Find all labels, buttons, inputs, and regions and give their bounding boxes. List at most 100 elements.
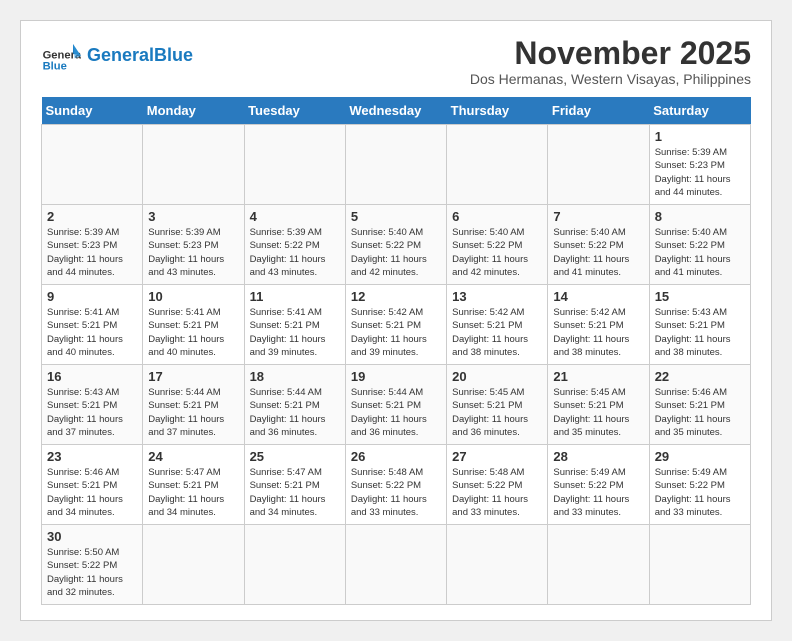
calendar-cell: [345, 525, 446, 605]
day-info: Sunrise: 5:42 AMSunset: 5:21 PMDaylight:…: [553, 306, 643, 359]
svg-text:Blue: Blue: [43, 61, 67, 73]
calendar-cell: 9 Sunrise: 5:41 AMSunset: 5:21 PMDaylight…: [42, 285, 143, 365]
day-info: Sunrise: 5:49 AMSunset: 5:22 PMDaylight:…: [553, 466, 643, 519]
header-tuesday: Tuesday: [244, 97, 345, 125]
calendar-week-4: 16 Sunrise: 5:43 AMSunset: 5:21 PMDayligh…: [42, 365, 751, 445]
day-info: Sunrise: 5:49 AMSunset: 5:22 PMDaylight:…: [655, 466, 745, 519]
logo-icon: General Blue: [41, 36, 81, 76]
calendar-week-2: 2 Sunrise: 5:39 AMSunset: 5:23 PMDaylight…: [42, 205, 751, 285]
calendar-cell: [143, 525, 244, 605]
day-number: 2: [47, 209, 137, 224]
day-info: Sunrise: 5:44 AMSunset: 5:21 PMDaylight:…: [351, 386, 441, 439]
day-info: Sunrise: 5:42 AMSunset: 5:21 PMDaylight:…: [351, 306, 441, 359]
day-number: 28: [553, 449, 643, 464]
day-info: Sunrise: 5:41 AMSunset: 5:21 PMDaylight:…: [250, 306, 340, 359]
calendar-cell: 2 Sunrise: 5:39 AMSunset: 5:23 PMDaylight…: [42, 205, 143, 285]
day-info: Sunrise: 5:41 AMSunset: 5:21 PMDaylight:…: [47, 306, 137, 359]
day-number: 26: [351, 449, 441, 464]
subtitle: Dos Hermanas, Western Visayas, Philippin…: [470, 71, 751, 87]
day-info: Sunrise: 5:44 AMSunset: 5:21 PMDaylight:…: [148, 386, 238, 439]
calendar-cell: 5 Sunrise: 5:40 AMSunset: 5:22 PMDaylight…: [345, 205, 446, 285]
day-info: Sunrise: 5:44 AMSunset: 5:21 PMDaylight:…: [250, 386, 340, 439]
day-number: 25: [250, 449, 340, 464]
calendar-cell: 8Sunrise: 5:40 AMSunset: 5:22 PMDaylight…: [649, 205, 750, 285]
calendar-week-5: 23 Sunrise: 5:46 AMSunset: 5:21 PMDayligh…: [42, 445, 751, 525]
day-number: 19: [351, 369, 441, 384]
calendar-cell: 28 Sunrise: 5:49 AMSunset: 5:22 PMDayligh…: [548, 445, 649, 525]
header: General Blue GeneralBlue November 2025 D…: [41, 36, 751, 87]
day-info: Sunrise: 5:50 AMSunset: 5:22 PMDaylight:…: [47, 546, 137, 599]
day-info: Sunrise: 5:39 AMSunset: 5:23 PMDaylight:…: [148, 226, 238, 279]
calendar-cell: [548, 125, 649, 205]
day-info: Sunrise: 5:40 AMSunset: 5:22 PMDaylight:…: [553, 226, 643, 279]
calendar-cell: 26Sunrise: 5:48 AMSunset: 5:22 PMDayligh…: [345, 445, 446, 525]
header-monday: Monday: [143, 97, 244, 125]
day-number: 16: [47, 369, 137, 384]
day-info: Sunrise: 5:46 AMSunset: 5:21 PMDaylight:…: [47, 466, 137, 519]
day-info: Sunrise: 5:39 AMSunset: 5:23 PMDaylight:…: [47, 226, 137, 279]
day-number: 23: [47, 449, 137, 464]
calendar-cell: 27 Sunrise: 5:48 AMSunset: 5:22 PMDayligh…: [447, 445, 548, 525]
day-number: 8: [655, 209, 745, 224]
day-number: 4: [250, 209, 340, 224]
day-number: 15: [655, 289, 745, 304]
calendar-cell: 10 Sunrise: 5:41 AMSunset: 5:21 PMDayligh…: [143, 285, 244, 365]
day-number: 18: [250, 369, 340, 384]
day-info: Sunrise: 5:47 AMSunset: 5:21 PMDaylight:…: [250, 466, 340, 519]
header-wednesday: Wednesday: [345, 97, 446, 125]
calendar-cell: [447, 525, 548, 605]
calendar-cell: [649, 525, 750, 605]
calendar-cell: [244, 125, 345, 205]
calendar-cell: 24Sunrise: 5:47 AMSunset: 5:21 PMDayligh…: [143, 445, 244, 525]
day-number: 9: [47, 289, 137, 304]
day-number: 3: [148, 209, 238, 224]
day-info: Sunrise: 5:42 AMSunset: 5:21 PMDaylight:…: [452, 306, 542, 359]
header-sunday: Sunday: [42, 97, 143, 125]
calendar-cell: 7 Sunrise: 5:40 AMSunset: 5:22 PMDaylight…: [548, 205, 649, 285]
weekday-header-row: Sunday Monday Tuesday Wednesday Thursday…: [42, 97, 751, 125]
calendar-cell: 30 Sunrise: 5:50 AMSunset: 5:22 PMDayligh…: [42, 525, 143, 605]
header-thursday: Thursday: [447, 97, 548, 125]
day-info: Sunrise: 5:40 AMSunset: 5:22 PMDaylight:…: [452, 226, 542, 279]
day-info: Sunrise: 5:40 AMSunset: 5:22 PMDaylight:…: [351, 226, 441, 279]
calendar-cell: 19 Sunrise: 5:44 AMSunset: 5:21 PMDayligh…: [345, 365, 446, 445]
calendar-cell: 23 Sunrise: 5:46 AMSunset: 5:21 PMDayligh…: [42, 445, 143, 525]
calendar-cell: 11Sunrise: 5:41 AMSunset: 5:21 PMDayligh…: [244, 285, 345, 365]
calendar-cell: 22 Sunrise: 5:46 AMSunset: 5:21 PMDayligh…: [649, 365, 750, 445]
day-info: Sunrise: 5:48 AMSunset: 5:22 PMDaylight:…: [452, 466, 542, 519]
day-number: 14: [553, 289, 643, 304]
day-number: 12: [351, 289, 441, 304]
day-number: 17: [148, 369, 238, 384]
day-number: 27: [452, 449, 542, 464]
day-info: Sunrise: 5:43 AMSunset: 5:21 PMDaylight:…: [47, 386, 137, 439]
calendar-table: Sunday Monday Tuesday Wednesday Thursday…: [41, 97, 751, 605]
calendar-cell: 4 Sunrise: 5:39 AMSunset: 5:22 PMDaylight…: [244, 205, 345, 285]
calendar-cell: [345, 125, 446, 205]
calendar-cell: 13 Sunrise: 5:42 AMSunset: 5:21 PMDayligh…: [447, 285, 548, 365]
calendar-cell: [548, 525, 649, 605]
month-title: November 2025: [470, 36, 751, 71]
day-number: 7: [553, 209, 643, 224]
calendar-cell: [244, 525, 345, 605]
day-info: Sunrise: 5:46 AMSunset: 5:21 PMDaylight:…: [655, 386, 745, 439]
day-number: 13: [452, 289, 542, 304]
day-number: 5: [351, 209, 441, 224]
calendar-week-1: 1Sunrise: 5:39 AMSunset: 5:23 PMDaylight…: [42, 125, 751, 205]
day-number: 22: [655, 369, 745, 384]
calendar-container: General Blue GeneralBlue November 2025 D…: [20, 20, 772, 621]
day-info: Sunrise: 5:39 AMSunset: 5:23 PMDaylight:…: [655, 146, 745, 199]
calendar-cell: 6 Sunrise: 5:40 AMSunset: 5:22 PMDaylight…: [447, 205, 548, 285]
day-info: Sunrise: 5:45 AMSunset: 5:21 PMDaylight:…: [553, 386, 643, 439]
day-number: 30: [47, 529, 137, 544]
day-info: Sunrise: 5:45 AMSunset: 5:21 PMDaylight:…: [452, 386, 542, 439]
calendar-cell: 12 Sunrise: 5:42 AMSunset: 5:21 PMDayligh…: [345, 285, 446, 365]
calendar-cell: 14 Sunrise: 5:42 AMSunset: 5:21 PMDayligh…: [548, 285, 649, 365]
logo: General Blue GeneralBlue: [41, 36, 193, 76]
calendar-cell: [447, 125, 548, 205]
day-info: Sunrise: 5:43 AMSunset: 5:21 PMDaylight:…: [655, 306, 745, 359]
day-number: 6: [452, 209, 542, 224]
day-info: Sunrise: 5:41 AMSunset: 5:21 PMDaylight:…: [148, 306, 238, 359]
calendar-cell: [42, 125, 143, 205]
day-number: 10: [148, 289, 238, 304]
day-info: Sunrise: 5:39 AMSunset: 5:22 PMDaylight:…: [250, 226, 340, 279]
